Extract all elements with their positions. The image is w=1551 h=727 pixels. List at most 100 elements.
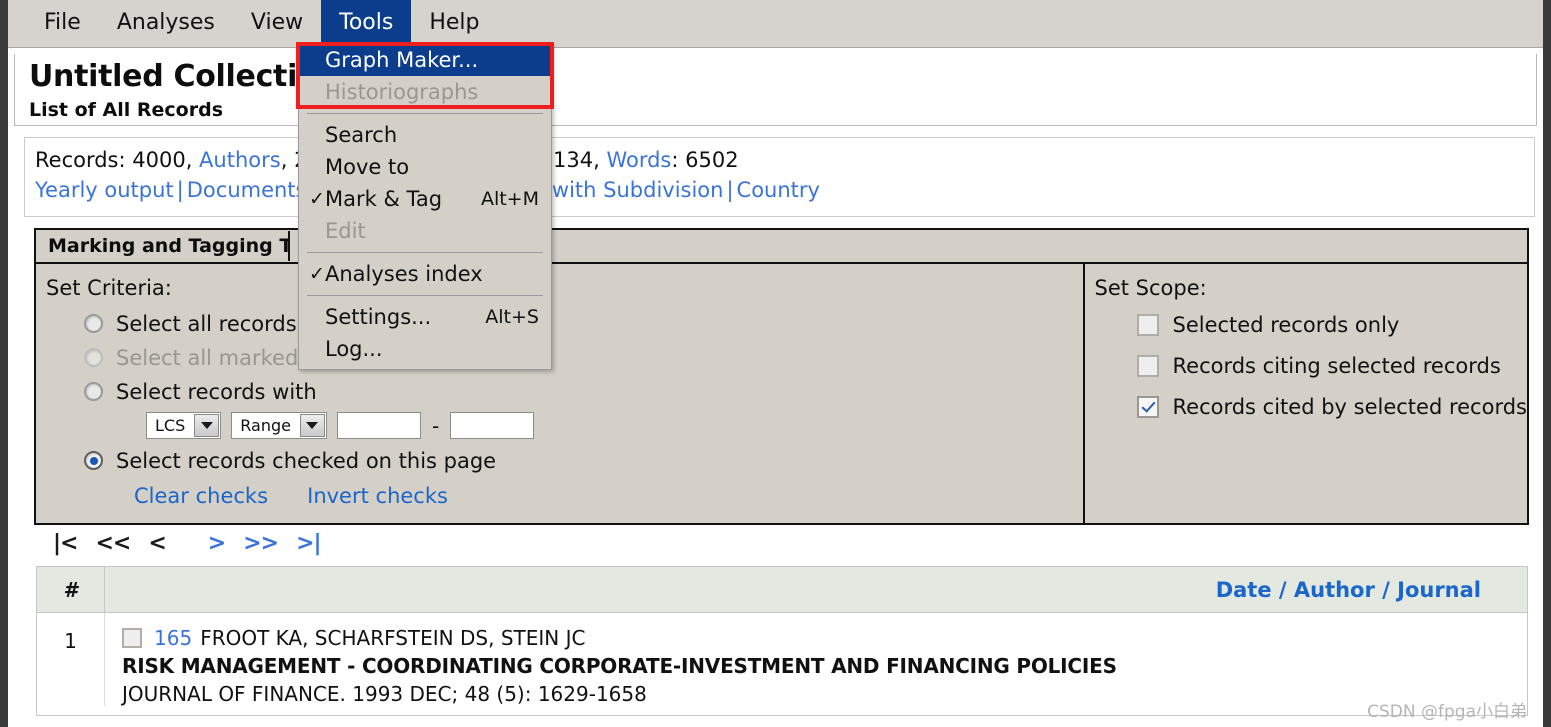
range-criteria-row: LCS Range - [146,412,1083,439]
mode-select[interactable]: Range [231,412,327,439]
tab-marking-and-tagging[interactable]: Marking and Tagging T [36,231,290,261]
record-authors-line: 165 FROOT KA, SCHARFSTEIN DS, STEIN JC [122,626,1527,650]
watermark-text: CSDN @fpga小白弟 [1367,702,1527,722]
range-dash-label: - [431,413,440,438]
menu-separator [307,252,543,253]
menu-item-search[interactable]: Search [299,119,551,151]
authors-link[interactable]: Authors [199,148,281,172]
set-scope-column: Set Scope: Selected records only Records… [1082,264,1528,525]
pager-next-page-button[interactable]: >> [234,531,287,556]
checkbox-icon-records-citing-selected[interactable] [1136,354,1159,377]
check-icon: ✓ [309,263,325,285]
row-number: 1 [37,613,105,706]
chevron-down-icon[interactable] [194,414,220,437]
radio-select-records-checked[interactable]: Select records checked on this page [84,445,1083,476]
record-authors: FROOT KA, SCHARFSTEIN DS, STEIN JC [200,626,586,650]
menu-bar: File Analyses View Tools Help [8,0,1543,48]
collection-stats-bar: Records: 4000, Authors, 2, Cited Referen… [24,137,1535,217]
menu-item-label: Edit [325,219,366,243]
column-header-sort[interactable]: Date / Author / Journal [105,578,1527,602]
menu-item-mark-and-tag[interactable]: ✓ Mark & Tag Alt+M [299,183,551,215]
checkbox-records-citing-selected[interactable]: Records citing selected records [1136,349,1528,382]
menu-help[interactable]: Help [411,6,497,42]
radio-icon-select-records-checked[interactable] [84,451,103,470]
menu-item-label: Mark & Tag [325,187,443,211]
column-header-number: # [37,567,105,613]
radio-select-all-records[interactable]: Select all records [84,308,1083,339]
menu-item-analyses-index[interactable]: ✓ Analyses index [299,258,551,290]
checkbox-label-selected-records-only: Selected records only [1172,312,1400,337]
documents-link[interactable]: Documents [187,178,307,202]
menu-item-move-to[interactable]: Move to [299,151,551,183]
range-from-input[interactable] [336,412,421,439]
record-lcs-count[interactable]: 165 [154,626,192,650]
menu-separator [307,295,543,296]
pager-prev-button[interactable]: < [139,531,174,556]
pager-next-button[interactable]: > [199,531,234,556]
words-value: : 6502 [671,148,739,172]
menu-file[interactable]: File [26,6,99,42]
stats-line-links: Yearly output|Documents|Institution|Inst… [35,176,1524,206]
stats-separator-1: , [280,148,295,172]
menu-tools[interactable]: Tools [321,0,412,48]
yearly-output-link[interactable]: Yearly output [35,178,174,202]
checkbox-records-cited-by-selected[interactable]: Records cited by selected records [1136,390,1528,423]
mode-select-value: Range [240,416,291,435]
marking-and-tagging-panel: Marking and Tagging T Set Criteria: Sele… [34,228,1529,525]
chevron-down-icon[interactable] [299,414,325,437]
invert-checks-link[interactable]: Invert checks [307,484,448,508]
menu-item-label: Log... [325,337,383,361]
radio-icon-select-all-marked-records [84,348,103,367]
record-title[interactable]: RISK MANAGEMENT - COORDINATING CORPORATE… [122,654,1527,678]
metric-select-value: LCS [155,416,186,435]
link-divider-1: | [176,177,184,202]
checkbox-label-records-cited-by-selected: Records cited by selected records [1172,394,1528,419]
menu-separator [307,113,543,114]
menu-view[interactable]: View [233,6,321,42]
records-table: # Date / Author / Journal 1 165 FROOT KA… [36,566,1528,716]
records-count-text: Records: 4000, [35,148,200,172]
menu-item-settings[interactable]: Settings... Alt+S [299,301,551,333]
menu-item-label: Settings... [325,305,432,329]
menu-item-edit: Edit [299,215,551,247]
menu-item-accelerator: Alt+S [485,306,539,328]
set-criteria-column: Set Criteria: Select all records Select … [36,264,1083,525]
row-content: 165 FROOT KA, SCHARFSTEIN DS, STEIN JC R… [105,613,1527,706]
radio-select-records-with[interactable]: Select records with [84,376,1083,407]
panel-columns: Set Criteria: Select all records Select … [36,264,1527,525]
tools-dropdown-menu: Graph Maker... Historiographs Search Mov… [298,44,552,370]
set-criteria-label: Set Criteria: [46,276,172,300]
metric-select[interactable]: LCS [146,412,222,439]
pager-prev-page-button[interactable]: << [86,531,139,556]
page-subtitle: List of All Records [29,99,224,121]
check-actions-row: Clear checks Invert checks [134,484,1083,508]
collection-header: Untitled Collection List of All Records [14,54,1537,126]
check-icon: ✓ [309,188,325,210]
pager-first-button[interactable]: |< [44,531,86,556]
country-link[interactable]: Country [737,178,820,202]
pager-last-button[interactable]: >| [287,531,329,556]
checkbox-icon-records-cited-by-selected[interactable] [1136,395,1159,418]
words-link[interactable]: Words [606,148,671,172]
range-to-input[interactable] [450,412,535,439]
menu-item-label: Analyses index [325,262,483,286]
checkbox-selected-records-only[interactable]: Selected records only [1136,308,1528,341]
clear-checks-link[interactable]: Clear checks [134,484,268,508]
checkbox-label-records-citing-selected: Records citing selected records [1172,353,1501,378]
radio-select-all-marked-records: Select all marked records [84,342,1083,373]
menu-item-log[interactable]: Log... [299,333,551,365]
menu-analyses[interactable]: Analyses [99,6,233,42]
menu-item-label: Search [325,123,398,147]
pagination-controls: |< << < > >> >| [44,531,330,556]
record-checkbox[interactable] [122,628,142,648]
menu-item-historiographs: Historiographs [299,76,551,108]
menu-item-accelerator: Alt+M [480,188,539,210]
table-row[interactable]: 1 165 FROOT KA, SCHARFSTEIN DS, STEIN JC… [37,613,1527,706]
radio-icon-select-all-records[interactable] [84,314,103,333]
radio-icon-select-records-with[interactable] [84,382,103,401]
panel-tab-bar: Marking and Tagging T [36,230,1527,264]
checkbox-icon-selected-records-only[interactable] [1136,313,1159,336]
application-window: File Analyses View Tools Help Untitled C… [0,0,1551,727]
record-source: JOURNAL OF FINANCE. 1993 DEC; 48 (5): 16… [122,682,647,706]
menu-item-graph-maker[interactable]: Graph Maker... [299,44,551,76]
